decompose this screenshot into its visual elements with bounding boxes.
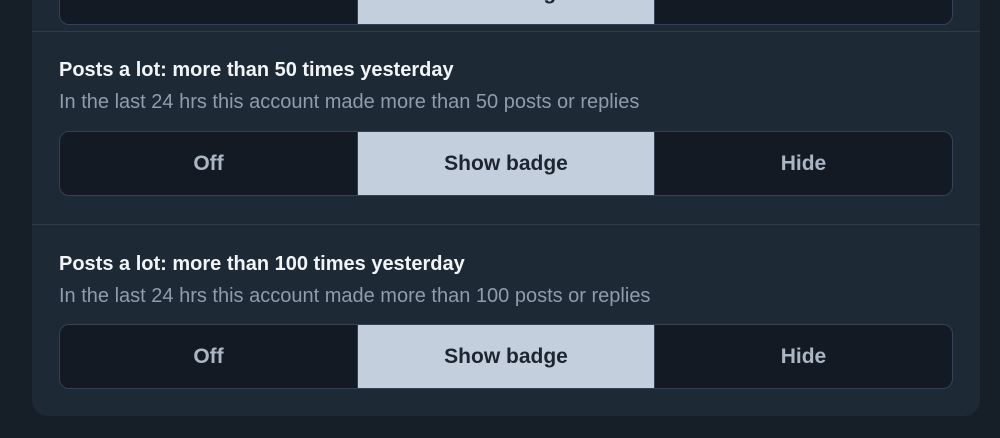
option-show-badge-100[interactable]: Show badge — [357, 325, 655, 388]
option-show-badge-previous[interactable]: Show badge — [357, 0, 655, 24]
setting-description-100: In the last 24 hrs this account made mor… — [59, 285, 651, 307]
section-divider — [32, 31, 980, 32]
setting-title-100: Posts a lot: more than 100 times yesterd… — [59, 253, 465, 275]
section-divider — [32, 224, 980, 225]
option-hide-50[interactable]: Hide — [655, 132, 952, 195]
segmented-control-previous[interactable]: Off Show badge Hide — [59, 0, 953, 25]
option-off-50[interactable]: Off — [60, 132, 357, 195]
setting-description-50: In the last 24 hrs this account made mor… — [59, 91, 640, 113]
option-hide-100[interactable]: Hide — [655, 325, 952, 388]
segmented-control-100[interactable]: Off Show badge Hide — [59, 324, 953, 389]
setting-title-50: Posts a lot: more than 50 times yesterda… — [59, 59, 454, 81]
moderation-settings-panel: Off Show badge Hide Posts a lot: more th… — [32, 0, 980, 416]
option-show-badge-50[interactable]: Show badge — [357, 132, 655, 195]
option-off-100[interactable]: Off — [60, 325, 357, 388]
segmented-control-50[interactable]: Off Show badge Hide — [59, 131, 953, 196]
option-off-previous[interactable]: Off — [60, 0, 357, 24]
option-hide-previous[interactable]: Hide — [655, 0, 952, 24]
